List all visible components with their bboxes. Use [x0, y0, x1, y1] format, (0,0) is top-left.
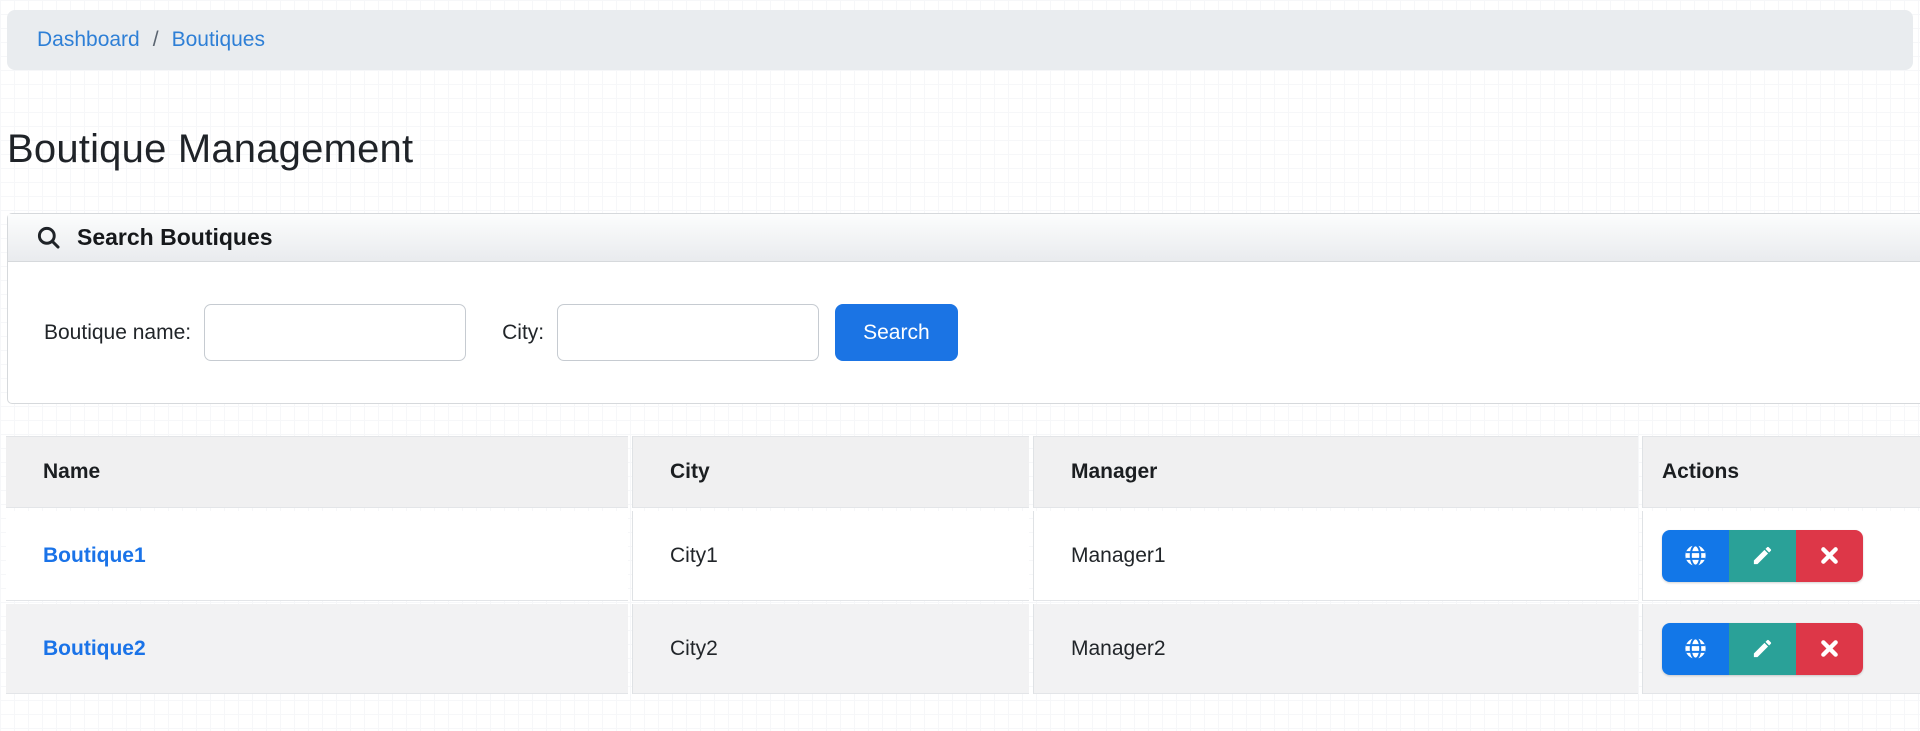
boutique-name-label: Boutique name: — [44, 320, 192, 344]
delete-button[interactable] — [1796, 529, 1863, 582]
page-title: Boutique Management — [7, 127, 414, 171]
pencil-icon — [1751, 544, 1774, 567]
manager-cell: Manager2 — [1034, 604, 1638, 694]
column-header-name: Name — [6, 436, 628, 508]
delete-button[interactable] — [1796, 622, 1863, 675]
column-header-city: City — [633, 436, 1029, 508]
table-row: Boutique2 City2 Manager2 — [6, 604, 1920, 694]
column-header-manager: Manager — [1034, 436, 1638, 508]
city-input[interactable] — [557, 304, 820, 361]
breadcrumb-link-boutiques[interactable]: Boutiques — [172, 28, 265, 52]
table-header-row: Name City Manager Actions — [6, 436, 1920, 508]
boutiques-table: Name City Manager Actions Boutique1 City… — [1, 433, 1920, 697]
manager-cell: Manager1 — [1034, 511, 1638, 601]
x-icon — [1819, 638, 1840, 659]
city-cell: City1 — [633, 511, 1029, 601]
search-button[interactable]: Search — [835, 304, 958, 361]
boutique-name-input[interactable] — [204, 304, 467, 361]
search-icon — [35, 224, 62, 251]
website-button[interactable] — [1662, 529, 1729, 582]
search-panel-title: Search Boutiques — [77, 224, 273, 250]
breadcrumb-separator: / — [152, 28, 159, 51]
city-label: City: — [502, 320, 545, 344]
edit-button[interactable] — [1729, 529, 1796, 582]
search-panel: Search Boutiques Boutique name: City: Se… — [7, 213, 1920, 404]
search-panel-header: Search Boutiques — [8, 214, 1920, 262]
column-header-actions: Actions — [1643, 436, 1920, 508]
breadcrumb: Dashboard / Boutiques — [7, 10, 1913, 70]
table-row: Boutique1 City1 Manager1 — [6, 511, 1920, 601]
globe-icon — [1682, 635, 1709, 662]
edit-button[interactable] — [1729, 622, 1796, 675]
search-form: Boutique name: City: Search — [8, 262, 1920, 403]
x-icon — [1819, 545, 1840, 566]
row-actions — [1662, 622, 1863, 675]
boutique-name-link[interactable]: Boutique1 — [43, 544, 146, 567]
website-button[interactable] — [1662, 622, 1729, 675]
breadcrumb-link-dashboard[interactable]: Dashboard — [37, 28, 140, 52]
boutique-name-link[interactable]: Boutique2 — [43, 637, 146, 660]
globe-icon — [1682, 542, 1709, 569]
pencil-icon — [1751, 637, 1774, 660]
row-actions — [1662, 529, 1863, 582]
city-cell: City2 — [633, 604, 1029, 694]
